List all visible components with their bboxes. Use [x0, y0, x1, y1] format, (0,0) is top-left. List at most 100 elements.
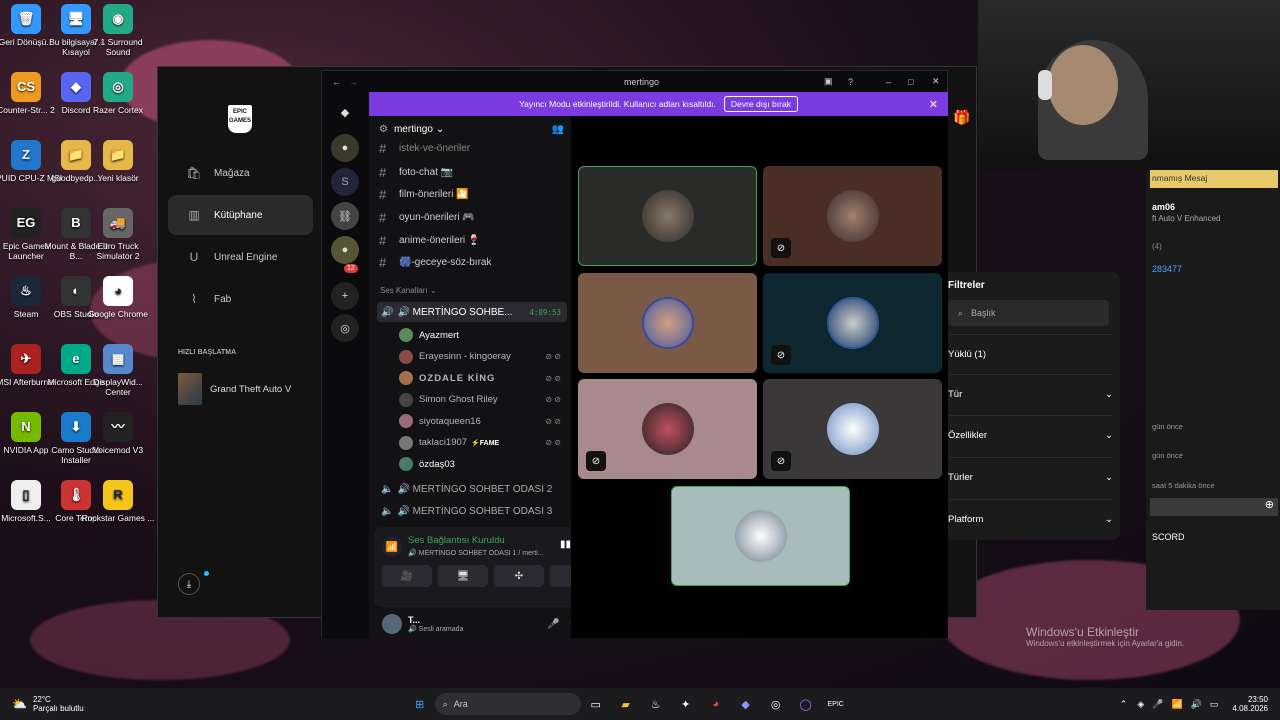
filter-genre[interactable]: Tür ⌄ [948, 374, 1113, 414]
screen-share-button[interactable]: 🖥 [438, 565, 488, 587]
filter-search-input[interactable]: ⌕ Başlık [948, 300, 1109, 326]
voice-user[interactable]: siyotaqueen16 ⊘ ⊘ [399, 411, 567, 431]
user-status: 🔊 Sesli aramada [408, 626, 464, 633]
text-channel[interactable]: # istek-ve-öneriler [377, 142, 567, 154]
nav-library[interactable]: ▥ Kütüphane [168, 195, 313, 235]
nav-fab[interactable]: ⌇ Fab [168, 279, 313, 319]
text-channel[interactable]: # anime-önerileri 🍷 [377, 230, 567, 250]
add-icon[interactable]: ⊕ [1150, 498, 1278, 516]
voice-user[interactable]: Erayesinn - kingoeray ⊘ ⊘ [399, 347, 567, 367]
voice-user[interactable]: Ayazmert [399, 325, 567, 345]
start-icon[interactable]: ⊞ [409, 693, 431, 715]
explore-icon[interactable]: ◎ [331, 314, 359, 342]
taskbar-search[interactable]: ⌕ Ara [434, 693, 581, 715]
tray-arrow-icon[interactable]: ⌃ [1120, 699, 1128, 710]
epic-games-icon[interactable]: EPIC [825, 693, 847, 715]
discord-icon[interactable]: ◆ [735, 693, 757, 715]
user-name: siyotaqueen16 [419, 415, 481, 427]
battery-icon[interactable]: ▭ [1210, 699, 1219, 710]
participant-tile[interactable] [578, 273, 757, 373]
desktop-icon[interactable]: R Rockstar Games ... [80, 480, 156, 523]
server-icon[interactable]: ⛓ [331, 202, 359, 230]
voice-channel[interactable]: 🔈 🔊 MERTİNGO SOHBET ODASI 2 [377, 479, 567, 499]
voice-category[interactable]: Ses Kanalları ⌄ [380, 286, 437, 295]
tray-icon[interactable]: ◈ [1137, 699, 1144, 710]
microphone-icon[interactable]: 🎤 [547, 619, 559, 630]
text-channel[interactable]: # film-önerileri 🎦 [377, 184, 567, 204]
weather-icon[interactable]: ⛅ [12, 697, 27, 711]
network-icon[interactable]: 📶 [1171, 699, 1182, 710]
voice-channel-active[interactable]: 🔊 🔊 MERTİNGO SOHBE... 4:09:53 [377, 302, 567, 322]
app-icon[interactable]: ◎ [765, 693, 787, 715]
clock[interactable]: 23:50 4.08.2026 [1232, 695, 1268, 713]
soundboard-icon[interactable]: ▮▮ [560, 539, 571, 550]
connection-status: Ses Bağlantısı Kuruldu [408, 535, 505, 546]
back-arrow-icon[interactable]: ← [332, 77, 341, 87]
app-icon[interactable]: ✦ [675, 693, 697, 715]
filter-installed[interactable]: Yüklü (1) [948, 334, 1113, 374]
quick-launch-game[interactable]: Grand Theft Auto V [178, 373, 291, 405]
participant-tile[interactable] [671, 486, 850, 586]
voice-user[interactable]: taklaci1907 ⚡FAME ⊘ ⊘ [399, 433, 567, 453]
chevron-down-icon: ⌄ [1105, 472, 1113, 483]
help-icon[interactable]: ? [848, 77, 853, 87]
server-icon[interactable]: ● [331, 134, 359, 162]
add-member-icon[interactable]: 👥 [552, 124, 564, 135]
desktop-icon[interactable]: 〰 Voicemod V3 [80, 412, 156, 455]
avatar[interactable] [382, 614, 402, 634]
maximize-icon[interactable]: □ [908, 77, 913, 87]
gift-icon[interactable]: 🎁 [953, 109, 970, 126]
desktop-icon[interactable]: ◉ 7.1 Surround Sound [80, 4, 156, 57]
desktop-icon[interactable]: 📁 Yeni klasör [80, 140, 156, 183]
text-channel[interactable]: # 🎆-geceye-söz-bırak [377, 252, 567, 272]
discord-home-icon[interactable]: ◆ [331, 98, 359, 126]
nav-unreal[interactable]: U Unreal Engine [168, 237, 313, 277]
user-name: Simon Ghost Riley [419, 394, 498, 405]
inbox-icon[interactable]: ▣ [824, 76, 833, 87]
server-icon[interactable]: ● [331, 236, 359, 264]
add-server-icon[interactable]: + [331, 282, 359, 310]
participant-tile[interactable]: ⊘ [763, 166, 942, 266]
microphone-icon[interactable]: 🎤 [1152, 699, 1163, 710]
fame-badge: ⚡FAME [471, 439, 500, 447]
steam-icon[interactable]: ♨ [645, 693, 667, 715]
volume-icon[interactable]: 🔊 [1191, 699, 1202, 710]
download-icon[interactable]: ⤓ [178, 573, 200, 595]
disable-button[interactable]: Devre dışı bırak [723, 96, 798, 112]
participant-tile[interactable]: ⊘ [763, 379, 942, 479]
voice-channel[interactable]: 🔈 🔊 MERTİNGO SOHBET ODASI 3 [377, 501, 567, 521]
filter-types[interactable]: Türler ⌄ [948, 457, 1113, 497]
server-header[interactable]: ⚙ mertingo ⌄ 👥 [379, 124, 564, 135]
desktop-icon[interactable]: 🚚 Euro Truck Simulator 2 [80, 208, 156, 261]
nav-store[interactable]: 🛍 Mağaza [168, 153, 313, 193]
chrome-icon[interactable]: ◕ [705, 693, 727, 715]
forward-arrow-icon[interactable]: → [349, 77, 358, 87]
voice-user[interactable]: özdaş03 [399, 454, 567, 474]
app-icon[interactable]: ◯ [795, 693, 817, 715]
text-channel[interactable]: # foto-chat 📷 [377, 162, 567, 182]
voice-user[interactable]: Simon Ghost Riley ⊘ ⊘ [399, 390, 567, 410]
server-icon[interactable]: S [331, 168, 359, 196]
unreal-icon: U [189, 250, 199, 264]
muted-icon: ⊘ ⊘ [545, 373, 561, 383]
filter-features[interactable]: Özellikler ⌄ [948, 415, 1113, 455]
camera-button[interactable]: 🎥 [382, 565, 432, 587]
close-banner-icon[interactable]: ✕ [929, 98, 938, 111]
close-icon[interactable]: ✕ [932, 76, 940, 87]
participant-tile[interactable]: ⊘ [763, 273, 942, 373]
text-channel[interactable]: # oyun-önerileri 🎮 [377, 207, 567, 227]
desktop-icon[interactable]: ◕ Google Chrome [80, 276, 156, 319]
voice-user[interactable]: OZDALE KİNG ⊘ ⊘ [399, 368, 567, 388]
desktop-icon[interactable]: ◎ Razer Cortex [80, 72, 156, 115]
task-view-icon[interactable]: ▭ [585, 693, 607, 715]
file-explorer-icon[interactable]: ▰ [615, 693, 637, 715]
desktop-icon[interactable]: ▦ DisplayWid... Center [80, 344, 156, 397]
app-icon: ✈ [11, 344, 41, 374]
minimize-icon[interactable]: – [886, 77, 891, 87]
participant-tile[interactable]: ⊘ [578, 379, 757, 479]
participant-tile[interactable] [578, 166, 757, 266]
avatar [399, 371, 413, 385]
filter-platform[interactable]: Platform ⌄ [948, 499, 1113, 539]
unread-banner: nmamış Mesaj [1150, 170, 1278, 188]
activity-button[interactable]: ✣ [494, 565, 544, 587]
